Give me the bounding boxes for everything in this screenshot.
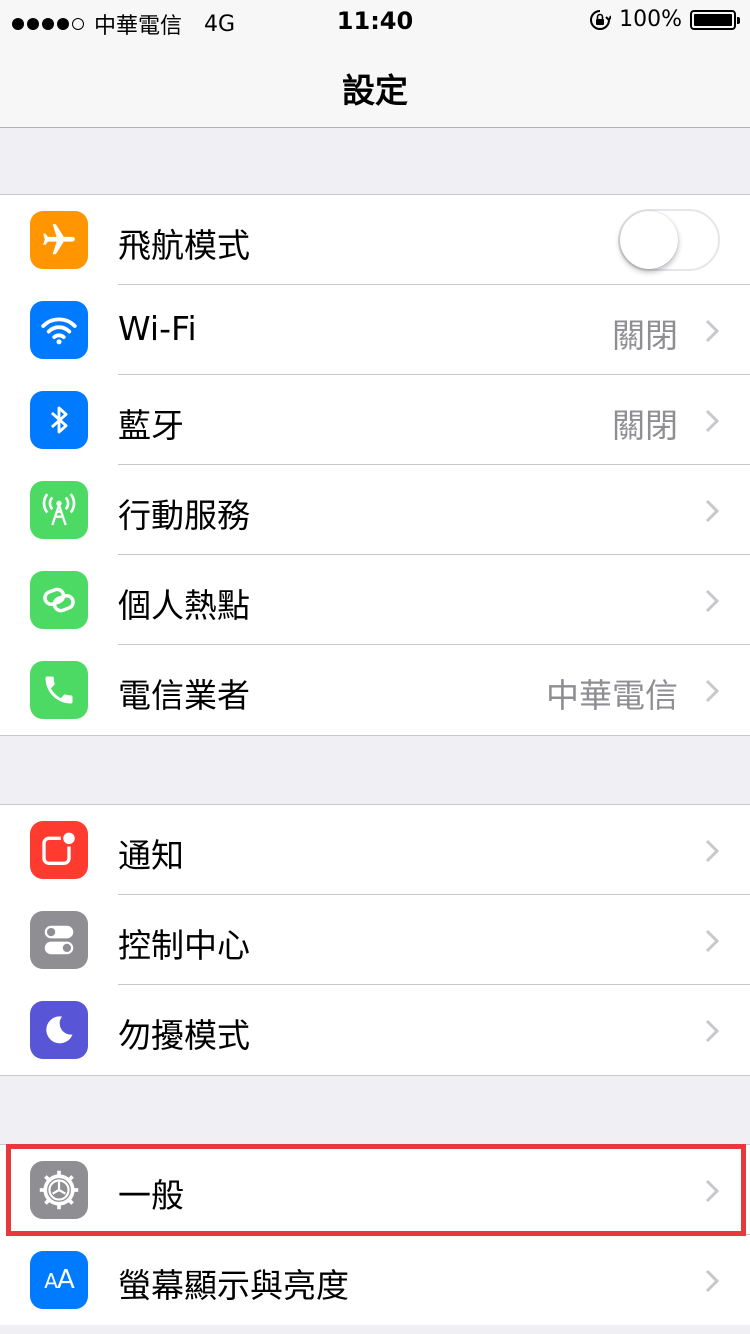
cellular-antenna-icon — [30, 481, 88, 539]
control-center-icon — [30, 911, 88, 969]
notifications-icon — [30, 821, 88, 879]
airplane-mode-toggle[interactable] — [618, 209, 720, 271]
chevron-right-icon — [705, 1269, 720, 1293]
settings-row-label: 飛航模式 — [118, 226, 250, 265]
wifi-icon — [30, 301, 88, 359]
chevron-right-icon — [705, 929, 720, 953]
settings-row-notifications[interactable]: 通知 — [0, 805, 750, 895]
settings-row-label: 通知 — [118, 836, 184, 875]
settings-row-general[interactable]: 一般 — [0, 1145, 750, 1235]
settings-group-connectivity: 飛航模式 Wi-Fi 關閉 藍牙 關閉 行動服務 個人熱點 電信業者 中華電信 — [0, 194, 750, 736]
settings-row-label: 一般 — [118, 1176, 184, 1215]
settings-row-value: 中華電信 — [546, 676, 678, 715]
settings-row-carrier[interactable]: 電信業者 中華電信 — [0, 645, 750, 735]
chevron-right-icon — [705, 589, 720, 613]
chevron-right-icon — [705, 1019, 720, 1043]
settings-row-value: 關閉 — [612, 316, 678, 355]
settings-row-wifi[interactable]: Wi-Fi 關閉 — [0, 285, 750, 375]
settings-row-do-not-disturb[interactable]: 勿擾模式 — [0, 985, 750, 1075]
battery-percent: 100% — [619, 7, 682, 32]
page-title: 設定 — [342, 71, 408, 110]
gear-icon — [30, 1161, 88, 1219]
settings-row-value: 關閉 — [612, 406, 678, 445]
chevron-right-icon — [705, 499, 720, 523]
battery-icon — [690, 9, 740, 30]
chevron-right-icon — [705, 319, 720, 343]
airplane-icon — [30, 211, 88, 269]
chevron-right-icon — [705, 839, 720, 863]
text-size-aa-icon: AA — [30, 1251, 88, 1309]
settings-row-label: 個人熱點 — [118, 586, 250, 625]
settings-row-personal-hotspot[interactable]: 個人熱點 — [0, 555, 750, 645]
orientation-lock-icon — [590, 9, 612, 30]
settings-row-label: 勿擾模式 — [118, 1016, 250, 1055]
settings-row-label: 控制中心 — [118, 926, 250, 965]
chevron-right-icon — [705, 1179, 720, 1203]
chevron-right-icon — [705, 409, 720, 433]
settings-row-label: 電信業者 — [118, 676, 250, 715]
status-bar: 中華電信 4G 11:40 100% — [0, 0, 750, 40]
settings-row-label: 行動服務 — [118, 496, 250, 535]
moon-icon — [30, 1001, 88, 1059]
settings-row-cellular[interactable]: 行動服務 — [0, 465, 750, 555]
settings-group-general: 一般 AA 螢幕顯示與亮度 — [0, 1144, 750, 1325]
settings-row-control-center[interactable]: 控制中心 — [0, 895, 750, 985]
settings-row-label: Wi-Fi — [118, 309, 197, 348]
settings-row-bluetooth[interactable]: 藍牙 關閉 — [0, 375, 750, 465]
chevron-right-icon — [705, 679, 720, 703]
settings-row-label: 螢幕顯示與亮度 — [118, 1266, 349, 1305]
settings-row-display-brightness[interactable]: AA 螢幕顯示與亮度 — [0, 1235, 750, 1325]
settings-row-airplane-mode[interactable]: 飛航模式 — [0, 195, 750, 285]
phone-icon — [30, 661, 88, 719]
bluetooth-icon — [30, 391, 88, 449]
settings-group-notifications: 通知 控制中心 勿擾模式 — [0, 804, 750, 1076]
settings-row-label: 藍牙 — [118, 406, 184, 445]
top-bar: 中華電信 4G 11:40 100% 設定 — [0, 0, 750, 128]
hotspot-chain-icon — [30, 571, 88, 629]
